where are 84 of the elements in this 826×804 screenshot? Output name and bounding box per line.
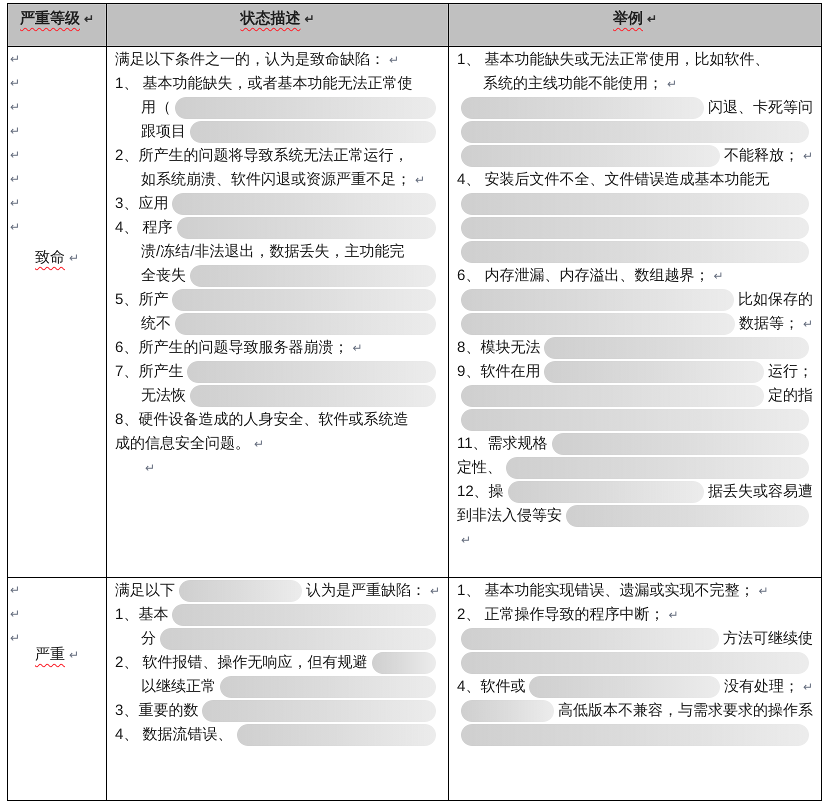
paragraph-mark: ↵ [69,647,79,664]
text-line: 方法可继续使 [723,628,813,649]
text-line: 以继续正常 [141,676,216,697]
severity-label: 严重 [35,645,65,665]
text-line: 3、重要的数 [115,700,198,721]
column-header: 举例 [613,10,643,27]
paragraph-mark: ↵ [10,219,20,236]
paragraph-mark: ↵ [647,12,657,26]
text-line: 12、操 [457,482,504,502]
paragraph-mark: ↵ [352,340,362,357]
text-line: 运行； [768,362,813,382]
paragraph-mark: ↵ [803,148,813,165]
text-line: 比如保存的 [738,290,813,310]
text-line: 7、所产生 [115,362,184,382]
text-line: 据丢失或容易遭 [708,482,813,502]
text-line: 6、 内存泄漏、内存溢出、数组越界； [457,266,710,286]
paragraph-mark: ↵ [69,250,79,268]
paragraph-mark: ↵ [145,460,155,477]
text-line: 1、 基本功能缺失或无法正常使用，比如软件、 [457,50,770,70]
paragraph-mark: ↵ [803,316,813,333]
text-line: 2、所产生的问题将导致系统无法正常运行， [115,146,408,166]
text-line: 1、 基本功能实现错误、遗漏或实现不完整； [457,580,755,601]
paragraph-mark: ↵ [10,51,20,68]
text-line: 1、 基本功能缺失，或者基本功能无法正常使 [115,74,413,94]
paragraph-mark: ↵ [10,582,20,599]
text-line: 如系统崩溃、软件闪退或资源严重不足； [141,170,411,190]
column-header: 状态描述 [240,10,300,27]
text-line: 4、 安装后文件不全、文件错误造成基本功能无 [457,170,770,190]
text-line: 6、所产生的问题导致服务器崩溃； [115,338,348,358]
paragraph-mark: ↵ [10,123,20,140]
paragraph-mark: ↵ [10,147,20,164]
text-line: 用（ [141,98,171,118]
text-line: 统不 [141,314,171,334]
text-line: 没有处理； [724,676,799,697]
text-line: 定性、 [457,458,502,478]
text-line: 系统的主线功能不能使用； [483,74,663,94]
paragraph-mark: ↵ [10,630,20,647]
paragraph-mark: ↵ [304,12,314,26]
paragraph-mark: ↵ [10,171,20,188]
text-line: 1、基本 [115,604,168,625]
paragraph-mark: ↵ [667,76,677,93]
text-line: 满足以下 [115,580,175,601]
paragraph-mark: ↵ [10,75,20,92]
text-line: 3、应用 [115,194,168,214]
text-line: 溃/冻结/非法退出，数据丢失，主功能完 [141,242,404,262]
paragraph-mark: ↵ [461,532,471,549]
text-line: 跟项目 [141,122,186,142]
text-line: 8、硬件设备造成的人身安全、软件或系统造 [115,410,408,430]
paragraph-mark: ↵ [803,679,813,696]
paragraph-mark: ↵ [758,583,769,600]
text-line: 5、所产 [115,290,168,310]
paragraph-mark: ↵ [10,195,20,212]
text-line: 不能释放； [724,146,799,166]
text-line: 2、 正常操作导致的程序中断； [457,604,665,625]
text-line: 到非法入侵等安 [457,506,562,526]
column-header: 严重等级 [20,10,80,27]
text-line: 高低版本不兼容，与需求要求的操作系 [558,700,813,721]
redaction-blur [372,652,436,674]
text-line: 全丧失 [141,266,186,286]
text-line: 成的信息安全问题。 [115,434,250,454]
text-line: 分 [141,628,156,649]
paragraph-mark: ↵ [415,172,425,189]
text-line: 认为是严重缺陷： [306,580,426,601]
text-line: 4、 数据流错误、 [115,724,233,745]
text-line: 2、 软件报错、操作无响应，但有规避 [115,652,368,673]
text-line: 闪退、卡死等问 [708,98,813,118]
paragraph-mark: ↵ [84,12,94,26]
paragraph-mark: ↵ [10,606,20,623]
text-line: 数据等； [739,314,799,334]
paragraph-mark: ↵ [430,583,440,600]
text-line: 满足以下条件之一的，认为是致命缺陷： [115,50,385,70]
paragraph-mark: ↵ [668,607,679,624]
text-line: 无法恢 [141,386,186,406]
text-line: 4、软件或 [457,676,526,697]
text-line: 9、软件在用 [457,362,540,382]
paragraph-mark: ↵ [389,52,399,69]
text-line: 定的指 [768,386,813,406]
paragraph-mark: ↵ [10,99,20,116]
text-line: 4、 程序 [115,218,173,238]
text-line: 11、需求规格 [457,434,548,454]
paragraph-mark: ↵ [714,268,724,285]
severity-label: 致命 [35,248,65,268]
paragraph-mark: ↵ [254,436,264,453]
text-line: 8、模块无法 [457,338,540,358]
